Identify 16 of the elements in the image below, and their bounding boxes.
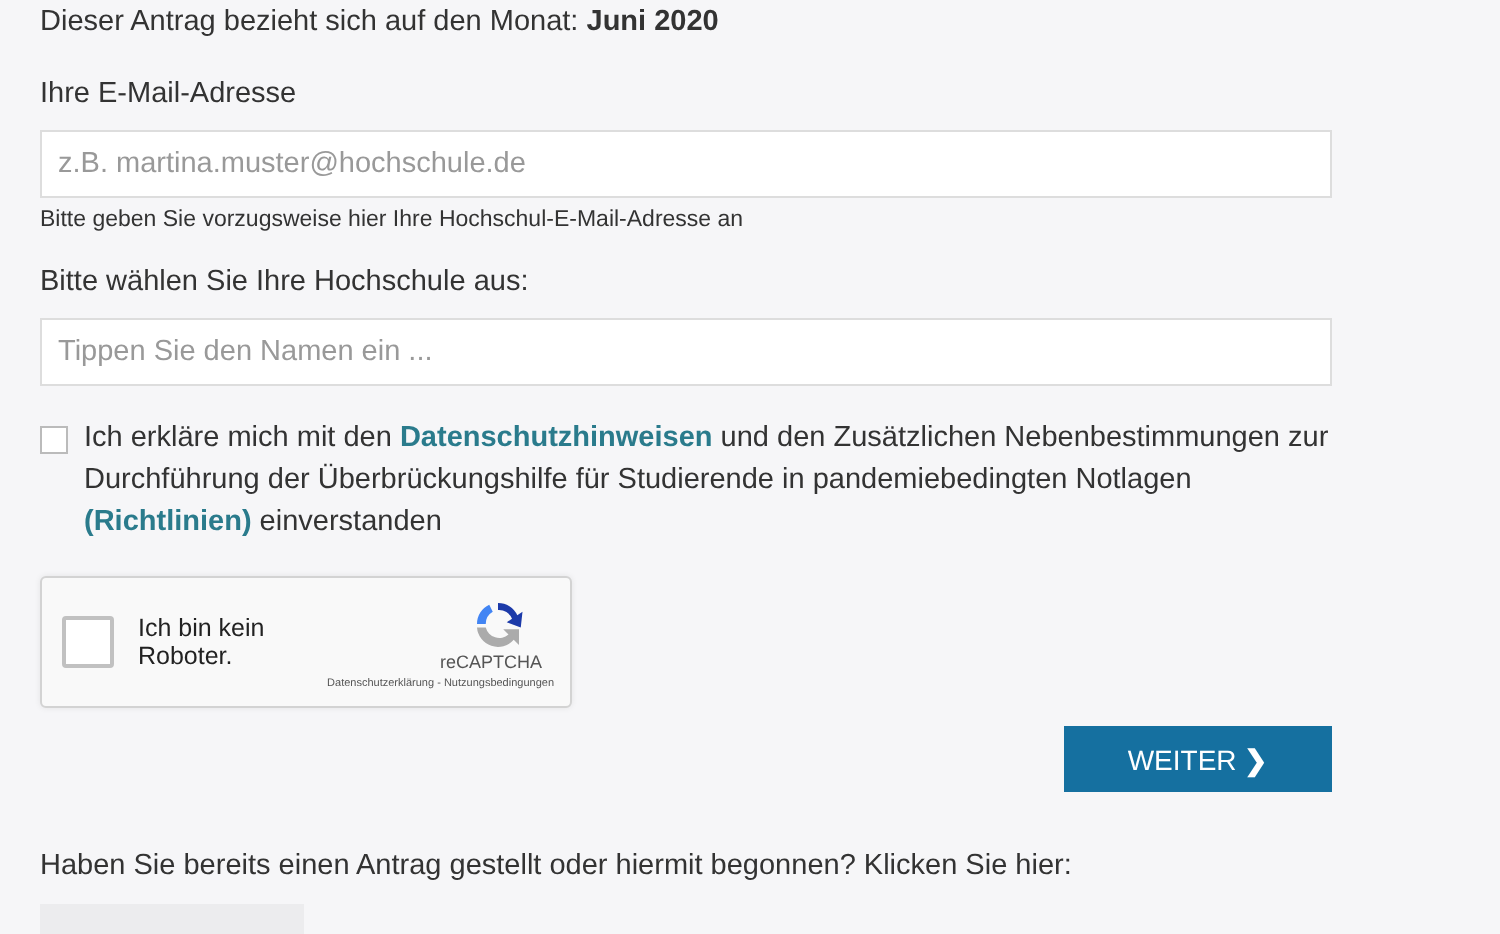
next-button[interactable]: WEITER ❯ (1064, 726, 1332, 792)
consent-link[interactable]: Datenschutzhinweisen (399, 422, 713, 454)
captcha-checkbox[interactable] (62, 616, 114, 668)
university-field[interactable]: Tippen Sie den Namen ein ... (40, 318, 1332, 386)
consent-text: Ich erkläre mich mit den Datenschutzhinweisen und den Zusätzlichen Nebenbestimmungen zur Durchführung der Überbrückungshilfe für Studierende in pandemiebedingten Notlagen (Richtlinien) einverstanden (84, 420, 1331, 542)
field-hint: Bitte geben Sie vorzugsweise hier Ihre Hochschul-E-Mail-Adresse an (40, 208, 746, 232)
email-field[interactable]: z.B. martina.muster@hochschule.de (40, 130, 1332, 198)
month-statement: Dieser Antrag bezieht sich auf den Monat: Juni 2020 (40, 4, 721, 40)
consent-checkbox[interactable] (40, 426, 68, 454)
consent-link[interactable]: (Richtlinien) (84, 506, 252, 538)
footer-text: Haben Sie bereits einen Antrag gestellt oder hiermit begonnen? Klicken Sie hier: (40, 848, 1074, 884)
chevron-icon: ❯ (1244, 743, 1269, 775)
captcha-brand: reCAPTCHA (439, 651, 542, 671)
field-label: Ihre E-Mail-Adresse (40, 76, 299, 112)
captcha-label: Ich bin kein Roboter. (138, 614, 267, 670)
field-label: Bitte wählen Sie Ihre Hochschule aus: (40, 264, 531, 300)
